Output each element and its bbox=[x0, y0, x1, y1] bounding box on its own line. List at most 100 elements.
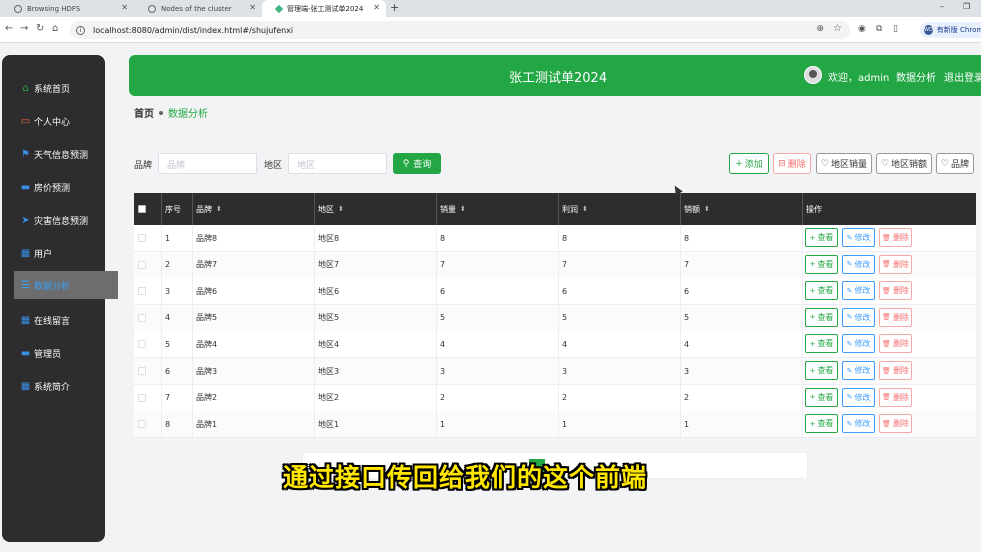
column-header-region[interactable]: 地区 ⬍ bbox=[315, 193, 437, 225]
delete-button[interactable]: 🗑 删除 bbox=[879, 307, 912, 327]
avatar[interactable] bbox=[804, 66, 822, 84]
region-revenue-button[interactable]: ♡ 地区销额 bbox=[876, 153, 932, 174]
table-row: 1 品牌8 地区8 8 8 8 + 查看 ✎ 修改 🗑 删除 bbox=[134, 225, 976, 252]
sort-icon[interactable]: ⬍ bbox=[338, 205, 344, 213]
trash-icon: 🗑 bbox=[882, 339, 891, 348]
column-header-sales[interactable]: 销量 ⬍ bbox=[437, 193, 559, 225]
view-button[interactable]: + 查看 bbox=[805, 307, 838, 327]
edit-button[interactable]: ✎ 修改 bbox=[842, 361, 875, 380]
edit-button[interactable]: ✎ 修改 bbox=[842, 387, 875, 407]
view-button[interactable]: + 查看 bbox=[805, 254, 838, 274]
tab-nodes-cluster[interactable]: Nodes of the cluster ✕ bbox=[134, 0, 262, 17]
info-icon[interactable]: i bbox=[76, 25, 85, 35]
delete-button-label: 删除 bbox=[892, 366, 909, 375]
view-button[interactable]: + 查看 bbox=[805, 334, 838, 354]
sidebar-item-about[interactable]: ▦ 系统简介 bbox=[2, 372, 105, 400]
url-field[interactable]: i localhost:8080/admin/dist/index.html#/… bbox=[70, 21, 850, 39]
view-button[interactable]: + 查看 bbox=[805, 387, 838, 407]
view-button[interactable]: + 查看 bbox=[805, 361, 838, 380]
globe-icon bbox=[14, 4, 22, 13]
breadcrumb-home[interactable]: 首页 bbox=[134, 105, 154, 120]
row-checkbox[interactable] bbox=[138, 234, 146, 242]
update-chrome-button[interactable]: WD 有新版 Chrome 可 bbox=[920, 22, 981, 38]
sidebar-toggle-icon[interactable]: ▯ bbox=[893, 24, 898, 34]
close-icon[interactable]: ✕ bbox=[121, 3, 128, 12]
edit-button[interactable]: ✎ 修改 bbox=[842, 334, 875, 354]
sort-icon[interactable]: ⬍ bbox=[582, 205, 588, 213]
column-header-profit[interactable]: 利润 ⬍ bbox=[559, 193, 681, 225]
delete-button[interactable]: 🗑 删除 bbox=[879, 281, 912, 301]
edit-button[interactable]: ✎ 修改 bbox=[842, 307, 875, 327]
select-all-checkbox[interactable] bbox=[138, 205, 146, 213]
view-button[interactable]: + 查看 bbox=[805, 414, 838, 434]
tab-admin[interactable]: 管理端-张工测试单2024 ✕ bbox=[262, 0, 386, 17]
sidebar-item-house-price[interactable]: ▬ 房价预测 bbox=[2, 173, 105, 201]
header-link-data-analysis[interactable]: 数据分析 bbox=[896, 69, 936, 84]
edit-button[interactable]: ✎ 修改 bbox=[842, 228, 875, 247]
sidebar-item-weather[interactable]: ⚑ 天气信息预测 bbox=[2, 140, 105, 168]
region-sales-button[interactable]: ♡ 地区销量 bbox=[816, 153, 872, 174]
restore-icon[interactable]: ❐ bbox=[963, 2, 970, 11]
row-checkbox[interactable] bbox=[138, 393, 146, 402]
brand-input[interactable]: 品牌 bbox=[158, 153, 257, 174]
search-button[interactable]: ⚲ 查询 bbox=[393, 153, 441, 174]
delete-button-label: 删除 bbox=[892, 312, 909, 322]
sidebar-item-profile[interactable]: ▭ 个人中心 bbox=[2, 107, 105, 135]
delete-button-label: 删除 bbox=[892, 339, 909, 349]
add-button[interactable]: + 添加 bbox=[729, 153, 769, 174]
column-header-brand[interactable]: 品牌 ⬍ bbox=[193, 193, 315, 225]
view-button[interactable]: + 查看 bbox=[805, 281, 838, 301]
brand-chart-button[interactable]: ♡ 品牌 bbox=[936, 153, 974, 174]
edit-button[interactable]: ✎ 修改 bbox=[842, 254, 875, 274]
edit-button[interactable]: ✎ 修改 bbox=[842, 281, 875, 301]
revenue-cell: 5 bbox=[681, 304, 803, 331]
delete-button[interactable]: 🗑 删除 bbox=[879, 254, 912, 274]
sidebar-item-messages[interactable]: ▦ 在线留言 bbox=[2, 306, 105, 334]
sales-cell: 7 bbox=[437, 251, 559, 278]
reload-icon[interactable]: ↻ bbox=[36, 23, 44, 34]
url-text[interactable]: localhost:8080/admin/dist/index.html#/sh… bbox=[93, 26, 293, 35]
delete-button[interactable]: 🗑 删除 bbox=[879, 387, 912, 407]
row-checkbox[interactable] bbox=[138, 260, 146, 269]
row-checkbox[interactable] bbox=[138, 340, 146, 349]
edit-button[interactable]: ✎ 修改 bbox=[842, 414, 875, 434]
flag-icon: ⚑ bbox=[21, 148, 30, 160]
region-input[interactable]: 地区 bbox=[288, 153, 387, 174]
sort-icon[interactable]: ⬍ bbox=[216, 205, 222, 213]
extension-icon[interactable]: ◉ bbox=[858, 24, 866, 34]
new-tab-icon[interactable]: + bbox=[390, 1, 399, 14]
home-icon[interactable]: ⌂ bbox=[52, 23, 58, 34]
minimize-icon[interactable]: – bbox=[940, 2, 944, 11]
column-header-revenue[interactable]: 销额 ⬍ bbox=[681, 193, 803, 225]
sidebar-item-disaster[interactable]: ➤ 灾害信息预测 bbox=[2, 206, 105, 234]
delete-button[interactable]: 🗑 删除 bbox=[879, 361, 912, 380]
sidebar-item-users[interactable]: ▦ 用户 bbox=[2, 239, 105, 267]
bulk-delete-button[interactable]: ⊟ 删除 bbox=[773, 153, 811, 174]
row-checkbox[interactable] bbox=[138, 367, 146, 375]
sidebar-item-admins[interactable]: ▬ 管理员 bbox=[2, 339, 105, 367]
sort-icon[interactable]: ⬍ bbox=[460, 205, 466, 213]
view-button[interactable]: + 查看 bbox=[805, 228, 838, 247]
sidebar-item-home[interactable]: ⌂ 系统首页 bbox=[2, 74, 105, 102]
monitor-icon: ▬ bbox=[20, 181, 31, 193]
puzzle-icon[interactable]: ⧉ bbox=[876, 24, 882, 34]
trash-icon: 🗑 bbox=[882, 419, 891, 428]
sort-icon[interactable]: ⬍ bbox=[704, 205, 710, 213]
row-checkbox[interactable] bbox=[138, 313, 146, 322]
star-icon[interactable]: ☆ bbox=[833, 23, 842, 34]
close-icon[interactable]: ✕ bbox=[249, 3, 256, 12]
back-icon[interactable]: ← bbox=[5, 23, 13, 34]
delete-button[interactable]: 🗑 删除 bbox=[879, 228, 912, 247]
tab-browsing-hdfs[interactable]: Browsing HDFS ✕ bbox=[0, 0, 134, 17]
select-cell bbox=[134, 304, 162, 331]
close-icon[interactable]: ✕ bbox=[373, 3, 380, 12]
row-checkbox[interactable] bbox=[138, 287, 146, 296]
delete-button-label: 删除 bbox=[892, 286, 909, 296]
delete-button[interactable]: 🗑 删除 bbox=[879, 414, 912, 434]
sidebar-item-data-analysis[interactable]: ☰ 数据分析 bbox=[14, 271, 118, 299]
row-checkbox[interactable] bbox=[138, 420, 146, 429]
forward-icon[interactable]: → bbox=[20, 23, 28, 34]
delete-button[interactable]: 🗑 删除 bbox=[879, 334, 912, 354]
zoom-icon[interactable]: ⊕ bbox=[816, 24, 824, 34]
logout-link[interactable]: 退出登录 bbox=[944, 69, 981, 84]
